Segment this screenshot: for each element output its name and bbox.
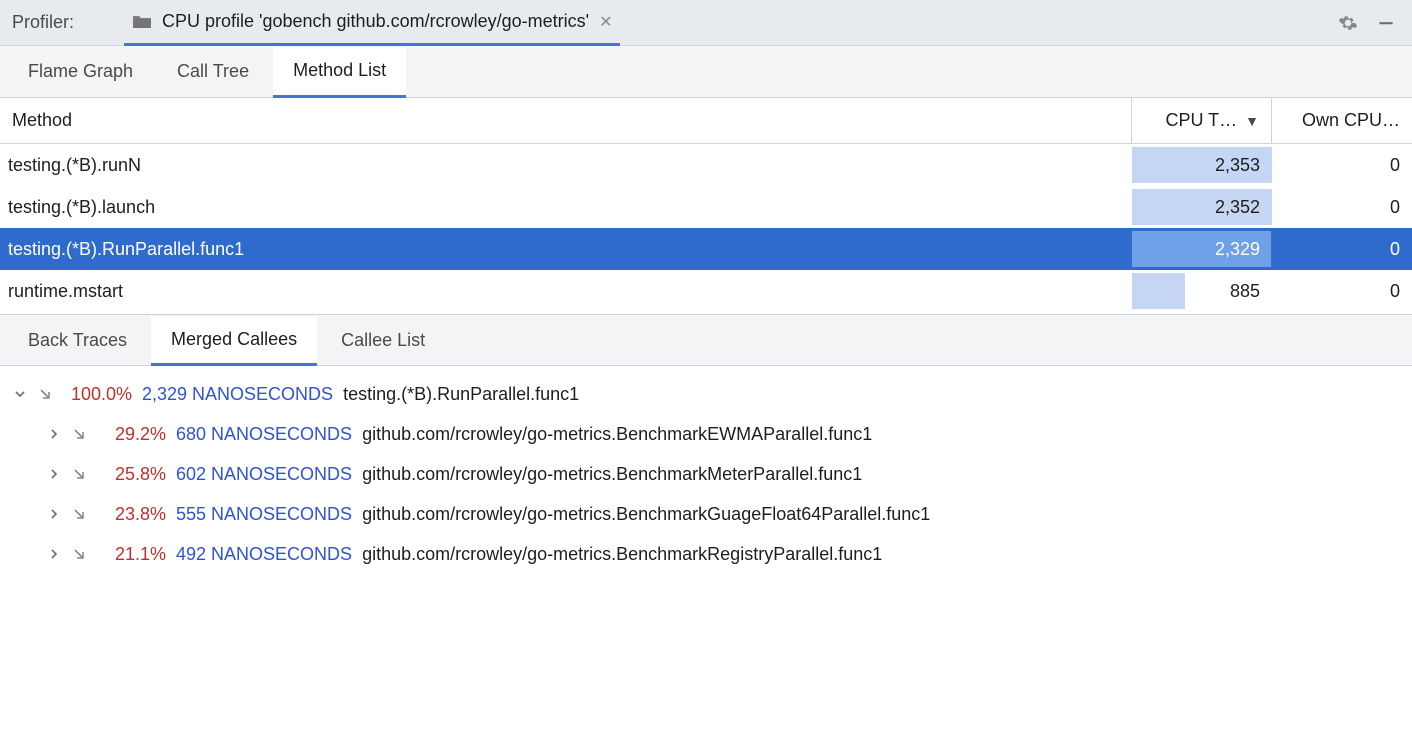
tree-method-name: github.com/rcrowley/go-metrics.Benchmark… xyxy=(362,534,882,574)
own-cpu-cell: 0 xyxy=(1272,270,1412,312)
method-cell: testing.(*B).runN xyxy=(0,144,1132,186)
profile-tab-title: CPU profile 'gobench github.com/rcrowley… xyxy=(162,11,589,32)
tree-percent: 25.8% xyxy=(96,454,166,494)
tree-row[interactable]: 23.8%555 NANOSECONDSgithub.com/rcrowley/… xyxy=(12,494,1400,534)
method-cell: runtime.mstart xyxy=(0,270,1132,312)
sub-tab-back-traces[interactable]: Back Traces xyxy=(8,315,147,365)
tab-label: Flame Graph xyxy=(28,61,133,82)
cpu-cell: 2,329 xyxy=(1132,228,1272,270)
tree-nanoseconds: 555 NANOSECONDS xyxy=(176,494,352,534)
tree-row[interactable]: 100.0%2,329 NANOSECONDStesting.(*B).RunP… xyxy=(12,374,1400,414)
own-cpu-value: 0 xyxy=(1390,281,1400,302)
method-table-header: Method CPU T… ▼ Own CPU… xyxy=(0,98,1412,144)
column-header-label: CPU T… xyxy=(1165,110,1237,131)
chevron-right-icon[interactable] xyxy=(46,466,62,482)
tree-method-name: github.com/rcrowley/go-metrics.Benchmark… xyxy=(362,454,862,494)
tab-label: Method List xyxy=(293,60,386,81)
tab-label: Merged Callees xyxy=(171,329,297,350)
profiler-toolbar: Profiler: CPU profile 'gobench github.co… xyxy=(0,0,1412,46)
method-cell: testing.(*B).RunParallel.func1 xyxy=(0,228,1132,270)
table-row[interactable]: testing.(*B).launch 2,352 0 xyxy=(0,186,1412,228)
method-name: runtime.mstart xyxy=(8,281,123,302)
column-header-own-cpu[interactable]: Own CPU… xyxy=(1272,98,1412,143)
close-icon[interactable]: ✕ xyxy=(599,12,612,32)
table-row[interactable]: testing.(*B).runN 2,353 0 xyxy=(0,144,1412,186)
table-row[interactable]: runtime.mstart 885 0 xyxy=(0,270,1412,312)
own-cpu-value: 0 xyxy=(1390,155,1400,176)
sub-tab-callee-list[interactable]: Callee List xyxy=(321,315,445,365)
cpu-cell: 2,353 xyxy=(1132,144,1272,186)
tree-percent: 23.8% xyxy=(96,494,166,534)
cpu-value: 2,329 xyxy=(1215,239,1260,260)
calls-arrow-icon xyxy=(38,387,52,401)
tree-row[interactable]: 25.8%602 NANOSECONDSgithub.com/rcrowley/… xyxy=(12,454,1400,494)
tree-method-name: github.com/rcrowley/go-metrics.Benchmark… xyxy=(362,494,930,534)
callees-tree: 100.0%2,329 NANOSECONDStesting.(*B).RunP… xyxy=(0,366,1412,582)
column-header-label: Method xyxy=(12,110,72,131)
main-tabs: Flame Graph Call Tree Method List xyxy=(0,46,1412,98)
profile-tab[interactable]: CPU profile 'gobench github.com/rcrowley… xyxy=(124,1,620,46)
sub-tabs: Back Traces Merged Callees Callee List xyxy=(0,314,1412,366)
sort-descending-icon: ▼ xyxy=(1245,113,1259,129)
chevron-down-icon[interactable] xyxy=(12,386,28,402)
own-cpu-cell: 0 xyxy=(1272,144,1412,186)
cpu-value: 885 xyxy=(1230,281,1260,302)
tree-method-name: testing.(*B).RunParallel.func1 xyxy=(343,374,579,414)
table-row[interactable]: testing.(*B).RunParallel.func1 2,329 0 xyxy=(0,228,1412,270)
own-cpu-value: 0 xyxy=(1390,197,1400,218)
tab-label: Callee List xyxy=(341,330,425,351)
chevron-right-icon[interactable] xyxy=(46,426,62,442)
method-table-body: testing.(*B).runN2,3530testing.(*B).laun… xyxy=(0,144,1412,314)
cpu-bar xyxy=(1132,273,1185,309)
tree-nanoseconds: 602 NANOSECONDS xyxy=(176,454,352,494)
toolbar-label: Profiler: xyxy=(12,12,74,33)
sub-tab-merged-callees[interactable]: Merged Callees xyxy=(151,316,317,366)
tab-label: Back Traces xyxy=(28,330,127,351)
column-header-method[interactable]: Method xyxy=(0,98,1132,143)
column-header-label: Own CPU… xyxy=(1302,110,1400,131)
method-name: testing.(*B).runN xyxy=(8,155,141,176)
tab-flame-graph[interactable]: Flame Graph xyxy=(8,46,153,97)
tree-row[interactable]: 21.1%492 NANOSECONDSgithub.com/rcrowley/… xyxy=(12,534,1400,574)
calls-arrow-icon xyxy=(72,507,86,521)
minimize-icon[interactable] xyxy=(1372,9,1400,37)
tree-percent: 100.0% xyxy=(62,374,132,414)
method-cell: testing.(*B).launch xyxy=(0,186,1132,228)
tree-percent: 21.1% xyxy=(96,534,166,574)
tree-nanoseconds: 492 NANOSECONDS xyxy=(176,534,352,574)
method-name: testing.(*B).launch xyxy=(8,197,155,218)
chevron-right-icon[interactable] xyxy=(46,546,62,562)
tree-method-name: github.com/rcrowley/go-metrics.Benchmark… xyxy=(362,414,872,454)
gear-icon[interactable] xyxy=(1334,9,1362,37)
cpu-value: 2,352 xyxy=(1215,197,1260,218)
calls-arrow-icon xyxy=(72,467,86,481)
tree-nanoseconds: 2,329 NANOSECONDS xyxy=(142,374,333,414)
calls-arrow-icon xyxy=(72,547,86,561)
cpu-cell: 2,352 xyxy=(1132,186,1272,228)
tree-nanoseconds: 680 NANOSECONDS xyxy=(176,414,352,454)
tab-call-tree[interactable]: Call Tree xyxy=(157,46,269,97)
own-cpu-cell: 0 xyxy=(1272,228,1412,270)
tab-label: Call Tree xyxy=(177,61,249,82)
method-name: testing.(*B).RunParallel.func1 xyxy=(8,239,244,260)
tab-method-list[interactable]: Method List xyxy=(273,47,406,98)
calls-arrow-icon xyxy=(72,427,86,441)
tree-row[interactable]: 29.2%680 NANOSECONDSgithub.com/rcrowley/… xyxy=(12,414,1400,454)
chevron-right-icon[interactable] xyxy=(46,506,62,522)
folder-icon xyxy=(132,14,152,30)
own-cpu-value: 0 xyxy=(1390,239,1400,260)
own-cpu-cell: 0 xyxy=(1272,186,1412,228)
cpu-value: 2,353 xyxy=(1215,155,1260,176)
cpu-cell: 885 xyxy=(1132,270,1272,312)
column-header-cpu[interactable]: CPU T… ▼ xyxy=(1132,98,1272,143)
tree-percent: 29.2% xyxy=(96,414,166,454)
